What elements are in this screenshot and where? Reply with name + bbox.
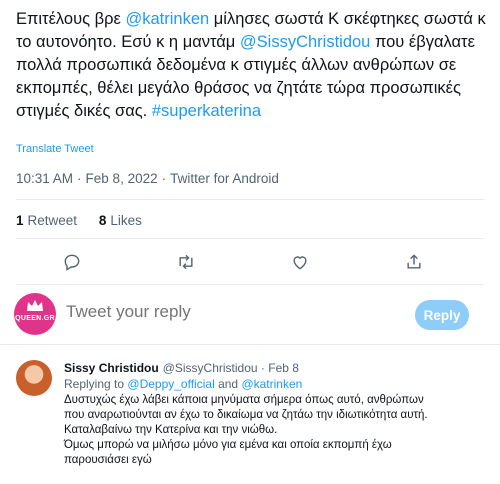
divider (16, 238, 484, 239)
translate-tweet-link[interactable]: Translate Tweet (16, 143, 94, 155)
retweets-stat[interactable]: 1 Retweet (16, 213, 77, 228)
replying-prefix: Replying to (64, 377, 125, 391)
reply-text-line: Όμως μπορώ να μιλήσω μόνο για εμένα και … (64, 439, 392, 451)
like-icon[interactable] (288, 250, 312, 274)
reply-input[interactable] (66, 302, 287, 322)
reply-author-handle[interactable]: @SissyChristidou (163, 361, 258, 375)
mention-katrinken[interactable]: @katrinken (125, 10, 209, 28)
tweet-text: Επιτέλους βρε @katrinken μίλησες σωστά Κ… (16, 8, 486, 123)
tweet-client: Twitter for Android (170, 171, 279, 186)
reply-text-line: Καταλαβαίνω την Κατερίνα και την νιώθω. (64, 424, 278, 436)
tweet-meta: 10:31 AM · Feb 8, 2022 · Twitter for Android (16, 171, 279, 186)
likes-label: Likes (110, 213, 142, 228)
divider (0, 344, 500, 345)
divider (16, 284, 484, 285)
hashtag-superkaterina[interactable]: #superkaterina (152, 102, 261, 120)
mention-katrinken[interactable]: @katrinken (241, 377, 302, 391)
reply-text-line: που αναρωτιούνται αν έχω το δικαίωμα να … (64, 409, 428, 421)
replying-and: and (218, 377, 239, 391)
reply-header: Sissy Christidou @SissyChristidou · Feb 8 (64, 361, 299, 375)
tweet-stats: 1 Retweet 8 Likes (16, 213, 160, 228)
tweet-actions (0, 246, 500, 278)
tweet-time[interactable]: 10:31 AM (16, 171, 73, 186)
reply-text-line: Δυστυχώς έχω λάβει κάποια μηνύματα σήμερ… (64, 394, 424, 406)
avatar[interactable]: QUEEN.GR (14, 293, 56, 335)
likes-stat[interactable]: 8 Likes (99, 213, 142, 228)
meta-separator: · (161, 171, 167, 186)
avatar-label: QUEEN.GR (15, 315, 55, 322)
reply-text-line: παρουσιάσει εγώ (64, 454, 152, 466)
retweets-count: 1 (16, 213, 24, 228)
reply-button[interactable]: Reply (415, 300, 469, 330)
crown-icon (27, 300, 43, 311)
reply-date[interactable]: Feb 8 (268, 361, 299, 375)
divider (16, 199, 484, 200)
replying-to: Replying to @Deppy_official and @katrink… (64, 377, 302, 391)
likes-count: 8 (98, 213, 107, 228)
meta-separator: · (77, 171, 82, 186)
mention-deppy-official[interactable]: @Deppy_official (127, 377, 214, 391)
mention-sissychristidou[interactable]: @SissyChristidou (240, 33, 370, 51)
reply-icon[interactable] (60, 250, 84, 274)
reply-tweet[interactable]: Sissy Christidou @SissyChristidou · Feb 8… (0, 352, 500, 484)
share-icon[interactable] (402, 250, 426, 274)
tweet-text-segment: Επιτέλους βρε (16, 10, 126, 28)
avatar[interactable] (16, 360, 52, 396)
reply-author-name[interactable]: Sissy Christidou (64, 361, 159, 375)
retweets-label: Retweet (27, 213, 78, 228)
retweet-icon[interactable] (174, 250, 198, 274)
reply-composer: QUEEN.GR Reply (0, 290, 500, 342)
reply-text: Δυστυχώς έχω λάβει κάποια μηνύματα σήμερ… (64, 393, 484, 468)
meta-separator: · (257, 361, 269, 375)
tweet-date[interactable]: Feb 8, 2022 (86, 171, 158, 186)
